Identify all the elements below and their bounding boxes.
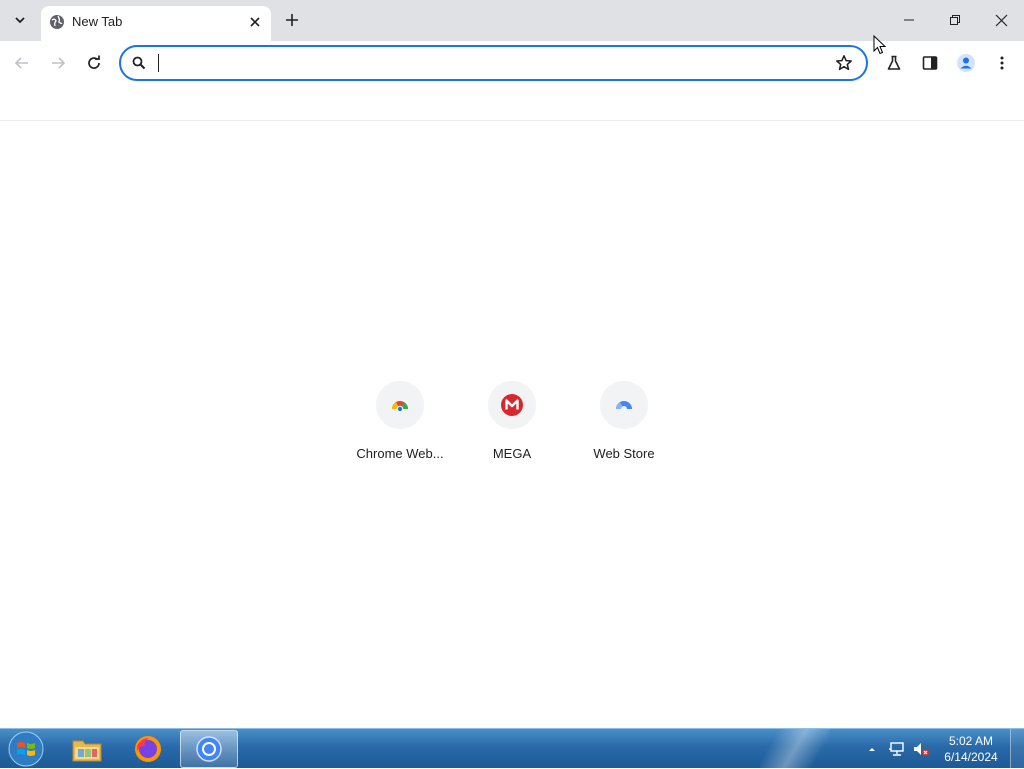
text-caret: [158, 54, 159, 72]
volume-muted-icon: [914, 743, 929, 756]
volume-tray-button[interactable]: [911, 739, 931, 759]
minimize-icon: [904, 19, 914, 21]
tab-close-button[interactable]: [245, 12, 265, 32]
chrome-icon: [196, 736, 222, 762]
shortcut-mega[interactable]: MEGA: [456, 381, 568, 467]
address-bar[interactable]: [119, 45, 868, 81]
close-window-button[interactable]: [986, 5, 1016, 35]
taskbar-glare: [760, 729, 830, 769]
restore-button[interactable]: [940, 5, 970, 35]
tab-title: New Tab: [72, 14, 123, 29]
firefox-icon: [135, 736, 161, 762]
arrow-right-icon: [52, 57, 66, 69]
avatar-icon: [957, 54, 975, 72]
shortcut-label: Web Store: [593, 446, 655, 461]
forward-button[interactable]: [44, 49, 72, 77]
system-clock[interactable]: 5:02 AM 6/14/2024: [938, 733, 1004, 765]
shortcut-chrome-web-store[interactable]: Chrome Web...: [344, 381, 456, 467]
shortcut-label: MEGA: [492, 446, 532, 461]
clock-date: 6/14/2024: [944, 750, 998, 764]
shortcut-icon-tile: [600, 381, 648, 429]
star-icon[interactable]: [835, 54, 853, 72]
shortcut-web-store[interactable]: Web Store: [568, 381, 680, 467]
address-input[interactable]: [157, 53, 817, 73]
web-store-icon: [616, 401, 632, 412]
search-icon: [132, 56, 146, 70]
reload-button[interactable]: [80, 49, 108, 77]
reload-icon: [88, 55, 100, 69]
profile-button[interactable]: [952, 49, 980, 77]
toolbar-divider: [0, 120, 1024, 121]
restore-icon: [950, 15, 960, 25]
taskbar: 5:02 AM 6/14/2024: [0, 728, 1024, 769]
clock-time: 5:02 AM: [948, 734, 994, 748]
network-icon: [889, 742, 904, 756]
show-hidden-icons-button[interactable]: [862, 739, 882, 759]
browser-window: New Tab Chrome Web... MEGA Web Store: [0, 0, 1024, 728]
chrome-web-store-icon: [392, 401, 408, 413]
taskbar-app-firefox[interactable]: [119, 730, 177, 768]
toolbar: [0, 41, 1024, 85]
more-vert-icon: [1000, 56, 1004, 70]
start-button[interactable]: [6, 730, 46, 768]
arrow-left-icon: [14, 57, 28, 69]
globe-icon: [50, 15, 64, 29]
close-icon: [250, 17, 260, 27]
taskbar-app-file-explorer[interactable]: [58, 730, 116, 768]
shortcut-label: Chrome Web...: [356, 446, 444, 461]
close-icon: [995, 14, 1007, 26]
mega-icon: [501, 394, 523, 416]
shortcut-icon-tile: [376, 381, 424, 429]
tab-new-tab[interactable]: New Tab: [41, 6, 271, 41]
plus-icon: [286, 14, 298, 26]
tab-search-button[interactable]: [7, 7, 33, 33]
mouse-cursor-icon: [873, 35, 887, 55]
back-button[interactable]: [8, 49, 36, 77]
new-tab-button[interactable]: [280, 8, 304, 32]
flask-icon: [887, 55, 901, 70]
windows-logo-icon: [8, 731, 44, 767]
chevron-down-icon: [15, 17, 25, 24]
side-panel-button[interactable]: [916, 49, 944, 77]
chevron-up-icon: [869, 748, 875, 751]
network-tray-button[interactable]: [887, 739, 907, 759]
folder-icon: [72, 740, 102, 762]
show-desktop-button[interactable]: [1010, 729, 1024, 769]
side-panel-icon: [922, 56, 938, 70]
shortcut-icon-tile: [488, 381, 536, 429]
minimize-button[interactable]: [894, 5, 924, 35]
menu-button[interactable]: [988, 49, 1016, 77]
taskbar-app-chrome[interactable]: [180, 730, 238, 768]
tab-strip: New Tab: [0, 0, 1024, 41]
